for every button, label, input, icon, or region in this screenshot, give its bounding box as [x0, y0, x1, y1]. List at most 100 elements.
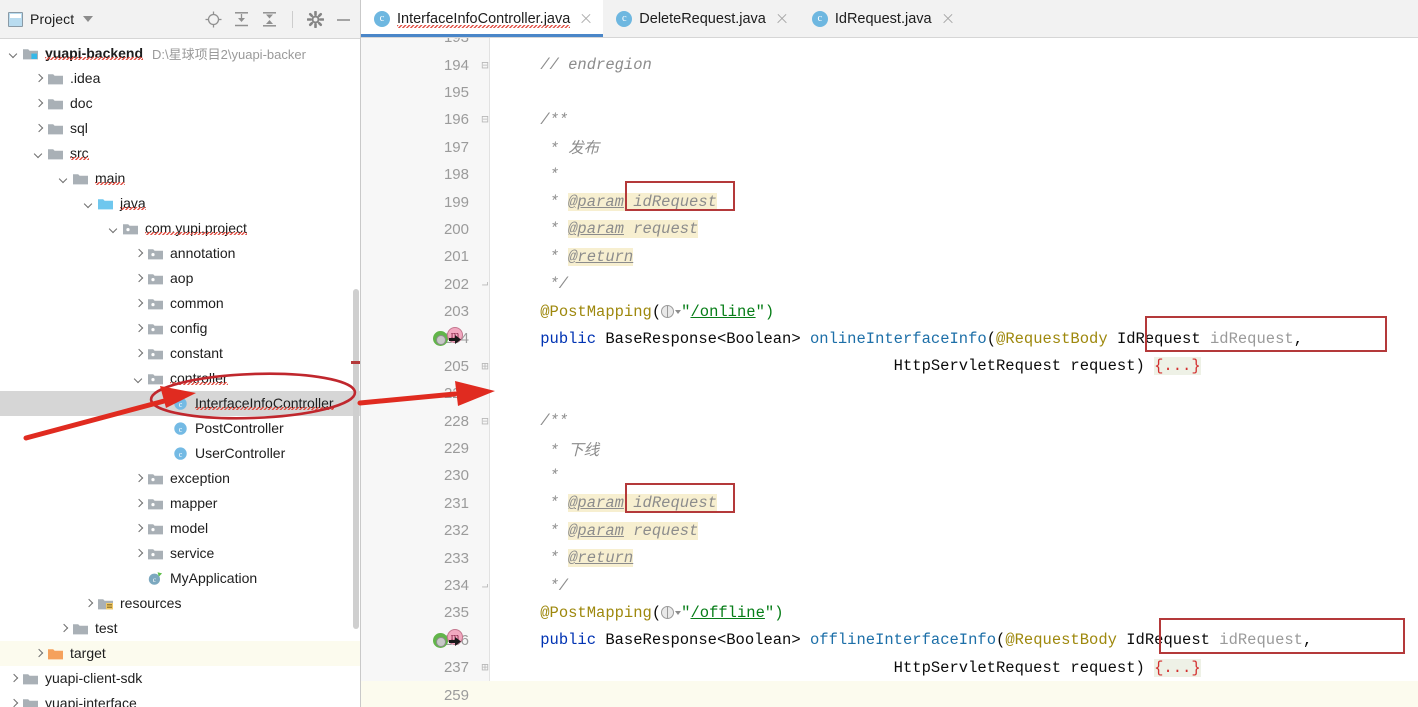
tree-item-service[interactable]: service [0, 541, 360, 566]
code-line[interactable]: 195 [361, 79, 1418, 106]
fold-collapse-icon[interactable]: ⊟ [477, 58, 493, 73]
chevron-down-icon[interactable] [83, 198, 94, 209]
navigate-arrow-icon[interactable] [449, 335, 461, 345]
code-line[interactable]: 200 * @param request [361, 216, 1418, 243]
code-line[interactable]: 236m public BaseResponse<Boolean> offlin… [361, 627, 1418, 654]
chevron-down-icon[interactable] [33, 148, 44, 159]
chevron-right-icon[interactable] [8, 698, 19, 707]
tree-item-postcontroller[interactable]: c PostController [0, 416, 360, 441]
web-endpoint-icon[interactable] [661, 304, 675, 318]
fold-collapse-icon[interactable]: ⊟ [477, 112, 493, 127]
code-line[interactable]: 196 ⊟ /** [361, 106, 1418, 133]
editor-tab-idrequest[interactable]: c IdRequest.java [798, 0, 965, 37]
chevron-down-icon[interactable] [58, 173, 69, 184]
code-line[interactable]: 234 ⌐ */ [361, 572, 1418, 599]
code-line[interactable]: 228 ⊟ /** [361, 407, 1418, 434]
code-line[interactable]: 203 @PostMapping("/online") [361, 298, 1418, 325]
tree-item-controller[interactable]: controller [0, 366, 360, 391]
code-line[interactable]: 231 * @param idRequest [361, 490, 1418, 517]
gear-icon[interactable] [307, 10, 324, 28]
chevron-right-icon[interactable] [8, 673, 19, 684]
locate-target-icon[interactable] [205, 11, 222, 28]
chevron-right-icon[interactable] [133, 523, 144, 534]
editor-tab-interfaceinfocontroller[interactable]: c InterfaceInfoController.java [361, 0, 604, 37]
tree-item-config[interactable]: config [0, 316, 360, 341]
tree-item-annotation[interactable]: annotation [0, 241, 360, 266]
tree-item-src[interactable]: src [0, 141, 360, 166]
chevron-right-icon[interactable] [33, 648, 44, 659]
code-line[interactable]: 197 * 发布 [361, 134, 1418, 161]
chevron-right-icon[interactable] [33, 98, 44, 109]
tree-item-main[interactable]: main [0, 166, 360, 191]
tree-item-yuapi-interface[interactable]: yuapi-interface [0, 691, 360, 707]
code-line[interactable]: 227 [361, 380, 1418, 407]
chevron-down-icon[interactable] [108, 223, 119, 234]
code-line[interactable]: 235 @PostMapping("/offline") [361, 599, 1418, 626]
chevron-right-icon[interactable] [133, 498, 144, 509]
tree-item-constant[interactable]: constant [0, 341, 360, 366]
code-line[interactable]: 259 [361, 681, 1418, 707]
code-line[interactable]: 230 * [361, 462, 1418, 489]
code-line[interactable]: 204m public BaseResponse<Boolean> online… [361, 325, 1418, 352]
chevron-right-icon[interactable] [133, 348, 144, 359]
editor-tab-deleterequest[interactable]: c DeleteRequest.java [603, 0, 799, 37]
web-endpoint-icon[interactable] [661, 605, 675, 619]
tree-item-interfaceinfocontroller[interactable]: c InterfaceInfoController [0, 391, 360, 416]
code-line[interactable]: 205 ⊞ HttpServletRequest request) {...} [361, 353, 1418, 380]
tree-item-myapplication[interactable]: c MyApplication [0, 566, 360, 591]
tree-item-resources[interactable]: resources [0, 591, 360, 616]
scrollbar-thumb[interactable] [353, 289, 359, 629]
chevron-right-icon[interactable] [133, 548, 144, 559]
code-line[interactable]: 198 * [361, 161, 1418, 188]
code-line[interactable]: 229 * 下线 [361, 435, 1418, 462]
tree-item-model[interactable]: model [0, 516, 360, 541]
chevron-down-icon[interactable] [8, 48, 19, 59]
code-line[interactable]: 233 * @return [361, 544, 1418, 571]
collapse-all-icon[interactable] [261, 11, 278, 28]
tree-item-usercontroller[interactable]: c UserController [0, 441, 360, 466]
fold-end-icon[interactable]: ⌐ [477, 277, 493, 291]
fold-expand-icon[interactable]: ⊞ [477, 660, 493, 675]
tree-item-aop[interactable]: aop [0, 266, 360, 291]
fold-expand-icon[interactable]: ⊞ [477, 359, 493, 374]
tree-item-test[interactable]: test [0, 616, 360, 641]
code-line[interactable]: 237 ⊞ HttpServletRequest request) {...} [361, 654, 1418, 681]
close-icon[interactable] [942, 13, 954, 25]
fold-end-icon[interactable]: ⌐ [477, 579, 493, 593]
chevron-right-icon[interactable] [58, 623, 69, 634]
chevron-right-icon[interactable] [133, 248, 144, 259]
minimize-icon[interactable] [335, 11, 352, 28]
tree-item-mapper[interactable]: mapper [0, 491, 360, 516]
chevron-right-icon[interactable] [83, 598, 94, 609]
code-line[interactable]: 193 [361, 38, 1418, 51]
tree-item-sql[interactable]: sql [0, 116, 360, 141]
project-tree[interactable]: yuapi-backend D:\星球项目2\yuapi-backer .idea d… [0, 39, 360, 707]
chevron-right-icon[interactable] [33, 123, 44, 134]
tree-item-common[interactable]: common [0, 291, 360, 316]
expand-all-icon[interactable] [233, 11, 250, 28]
chevron-right-icon[interactable] [133, 473, 144, 484]
tree-item-target[interactable]: target [0, 641, 360, 666]
code-line[interactable]: 199 * @param idRequest [361, 188, 1418, 215]
code-line[interactable]: 232 * @param request [361, 517, 1418, 544]
close-icon[interactable] [580, 13, 592, 25]
chevron-right-icon[interactable] [33, 73, 44, 84]
tree-item-yuapi-client-sdk[interactable]: yuapi-client-sdk [0, 666, 360, 691]
chevron-right-icon[interactable] [133, 298, 144, 309]
editor-tab-bar[interactable]: c InterfaceInfoController.java c DeleteRequ… [361, 0, 1418, 38]
tree-item-com-yupi-project[interactable]: com.yupi.project [0, 216, 360, 241]
run-gutter-icon[interactable] [433, 632, 448, 648]
chevron-down-icon[interactable] [83, 16, 94, 22]
code-line[interactable]: 201 * @return [361, 243, 1418, 270]
chevron-down-icon[interactable] [133, 373, 144, 384]
navigate-arrow-icon[interactable] [449, 636, 461, 646]
tree-item-yuapi-backend[interactable]: yuapi-backend D:\星球项目2\yuapi-backer [0, 41, 360, 66]
code-line[interactable]: 194 ⊟ // endregion [361, 51, 1418, 78]
project-panel-scrollbar[interactable] [351, 39, 360, 707]
chevron-right-icon[interactable] [133, 273, 144, 284]
tree-item--idea[interactable]: .idea [0, 66, 360, 91]
close-icon[interactable] [776, 13, 788, 25]
fold-collapse-icon[interactable]: ⊟ [477, 414, 493, 429]
code-editor[interactable]: 193194⊟ // endregion195196⊟ /**197 * 发布1… [361, 38, 1418, 707]
chevron-right-icon[interactable] [133, 323, 144, 334]
